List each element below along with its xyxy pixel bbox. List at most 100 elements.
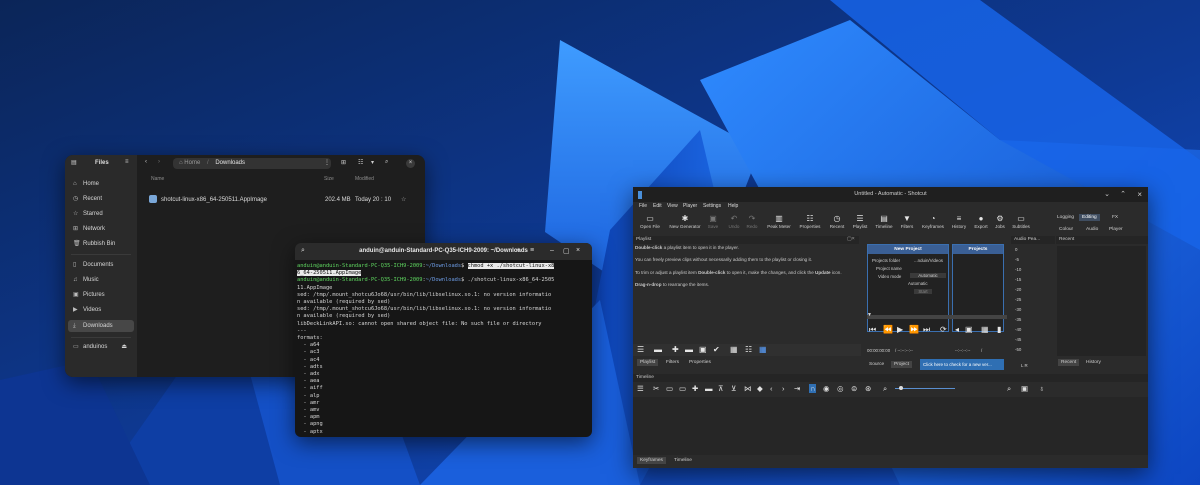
file-row[interactable]: shotcut-linux-x86_64-250511.AppImage 202…: [149, 194, 411, 206]
cut-icon[interactable]: ✂: [653, 384, 659, 393]
tab-filters[interactable]: Filters: [663, 359, 682, 366]
sidebar-item-downloads[interactable]: ⤓ Downloads: [68, 320, 134, 332]
mode-colour[interactable]: Colour: [1056, 226, 1076, 233]
skip-previous-icon[interactable]: ⏮: [869, 325, 876, 335]
volume-icon[interactable]: ◂: [955, 325, 959, 334]
playlist-button[interactable]: ☰ Playlist: [847, 214, 873, 229]
ripple-all-icon[interactable]: ⊜: [851, 384, 857, 393]
keyframes-button[interactable]: ◔ Keyframes: [919, 214, 947, 229]
sidebar-item-documents[interactable]: ▯ Documents: [68, 259, 134, 271]
star-icon[interactable]: ☆: [401, 194, 406, 206]
grid-view-icon[interactable]: ▦: [759, 345, 767, 354]
tab-project[interactable]: Project: [891, 361, 912, 368]
menu-icon[interactable]: ☰: [637, 384, 644, 393]
list-view-icon[interactable]: ☷: [745, 345, 752, 354]
update-check-button[interactable]: Click here to check for a new ver...: [920, 359, 1004, 370]
close-icon[interactable]: ×: [1137, 187, 1142, 202]
filters-button[interactable]: ▼ Filters: [894, 214, 920, 229]
timecode-position[interactable]: 00:00:00:00: [867, 348, 890, 353]
mode-fx[interactable]: FX: [1109, 214, 1121, 221]
sidebar-item-home[interactable]: ⌂ Home: [68, 178, 134, 190]
open-file-button[interactable]: ▭ Open File: [635, 214, 665, 229]
sidebar-item-starred[interactable]: ☆ Starred: [68, 208, 134, 220]
update-icon[interactable]: ▣: [699, 345, 707, 354]
sidebar-item-network[interactable]: ⊞ Network: [68, 223, 134, 235]
menu-file[interactable]: File: [639, 203, 647, 209]
eject-icon[interactable]: ⏏: [121, 341, 127, 353]
terminal-output[interactable]: anduin@anduin-Standard-PC-Q35-ICH9-2009:…: [297, 263, 590, 436]
overwrite-icon[interactable]: ⊻: [731, 384, 737, 393]
view-options-icon[interactable]: ▾: [371, 159, 374, 166]
ripple-icon[interactable]: ◎: [837, 384, 844, 393]
magnet-snap-icon[interactable]: ∩: [809, 384, 817, 393]
path-options-icon[interactable]: ⋮: [324, 159, 330, 166]
tab-recent[interactable]: Recent: [1058, 359, 1080, 366]
scrubber-bar[interactable]: [867, 315, 1007, 319]
play-icon[interactable]: ▶: [897, 325, 903, 334]
sidebar-item-pictures[interactable]: ▣ Pictures: [68, 289, 134, 301]
video-mode-select[interactable]: Automatic: [910, 273, 946, 278]
snap-icon[interactable]: ⇥: [794, 384, 800, 393]
marker-icon[interactable]: ◆: [757, 384, 763, 393]
redo-button[interactable]: ↷ Redo: [740, 214, 764, 229]
maximize-icon[interactable]: ▢: [563, 247, 570, 255]
maximize-icon[interactable]: ⌃: [1120, 187, 1126, 202]
new-folder-icon[interactable]: ⊞: [341, 159, 346, 166]
zoom-slider[interactable]: [895, 388, 955, 389]
close-icon[interactable]: ×: [406, 159, 415, 168]
view-toggle-icon[interactable]: ☷: [358, 159, 363, 166]
mode-editing[interactable]: Editing: [1079, 214, 1100, 221]
tab-timeline[interactable]: Timeline: [671, 457, 695, 464]
remove-icon[interactable]: ▬: [705, 384, 713, 393]
menu-view[interactable]: View: [667, 203, 678, 209]
zoom-fit-icon[interactable]: ▣: [1021, 384, 1028, 393]
ripple-markers-icon[interactable]: ⊛: [865, 384, 871, 393]
zoom-out-icon[interactable]: ⌕: [883, 384, 887, 394]
mode-logging[interactable]: Logging: [1054, 214, 1077, 221]
remove-icon[interactable]: ▬: [685, 345, 693, 354]
skip-next-icon[interactable]: ⏭: [923, 325, 930, 335]
tab-history[interactable]: History: [1083, 359, 1104, 366]
sidebar-item-videos[interactable]: ▶ Videos: [68, 304, 134, 316]
new-tab-icon[interactable]: +: [516, 247, 520, 254]
copy-icon[interactable]: ▭: [666, 384, 673, 393]
fast-forward-icon[interactable]: ⏩: [909, 325, 919, 334]
back-icon[interactable]: ‹: [145, 159, 147, 165]
close-icon[interactable]: ×: [576, 247, 580, 254]
sidebar-item-music[interactable]: ♫ Music: [68, 274, 134, 286]
path-bar[interactable]: ⌂ Home / Downloads: [173, 158, 331, 169]
grid-icon[interactable]: ▦: [981, 325, 989, 334]
tab-source[interactable]: Source: [866, 361, 887, 368]
projects-folder-value[interactable]: ...nduin/Videos: [914, 258, 943, 263]
sidebar-toggle-icon[interactable]: ▤: [71, 159, 77, 166]
forward-icon[interactable]: ›: [158, 159, 160, 165]
tab-properties[interactable]: Properties: [686, 359, 714, 366]
menu-icon[interactable]: ≡: [530, 247, 534, 254]
next-marker-icon[interactable]: ›: [782, 384, 785, 393]
breadcrumb-home[interactable]: Home: [184, 160, 200, 166]
tab-keyframes[interactable]: Keyframes: [637, 457, 666, 464]
minimize-icon[interactable]: –: [550, 247, 554, 254]
minimize-icon[interactable]: ⌄: [1104, 187, 1110, 202]
sidebar-item-recent[interactable]: ◷ Recent: [68, 193, 134, 205]
zoom-icon[interactable]: ▣: [965, 325, 973, 334]
breadcrumb-downloads[interactable]: Downloads: [215, 160, 245, 166]
playhead-icon[interactable]: ▼: [867, 312, 872, 318]
subtitles-button[interactable]: ▭ Subtitles: [1007, 214, 1035, 229]
mode-audio[interactable]: Audio: [1083, 226, 1101, 233]
video-mode-secondary[interactable]: Automatic: [908, 281, 928, 286]
search-icon[interactable]: ⌕: [385, 159, 388, 166]
column-modified[interactable]: Modified: [355, 176, 374, 182]
sidebar-item-anduinos[interactable]: ▭ anduinos ⏏: [68, 341, 134, 353]
zoom-slider-handle[interactable]: [899, 386, 903, 390]
menu-icon[interactable]: ☰: [637, 345, 644, 354]
tab-playlist[interactable]: Playlist: [637, 359, 659, 366]
recent-list[interactable]: [1057, 246, 1146, 356]
start-button[interactable]: Start: [914, 289, 932, 294]
playlist-add-icon[interactable]: ▬: [654, 345, 662, 354]
record-audio-icon[interactable]: ♁: [1039, 384, 1045, 393]
menu-help[interactable]: Help: [728, 203, 738, 209]
timeline-tracks[interactable]: [633, 397, 1148, 455]
split-icon[interactable]: ⋈: [744, 384, 752, 393]
detail-view-icon[interactable]: ▦: [730, 345, 738, 354]
